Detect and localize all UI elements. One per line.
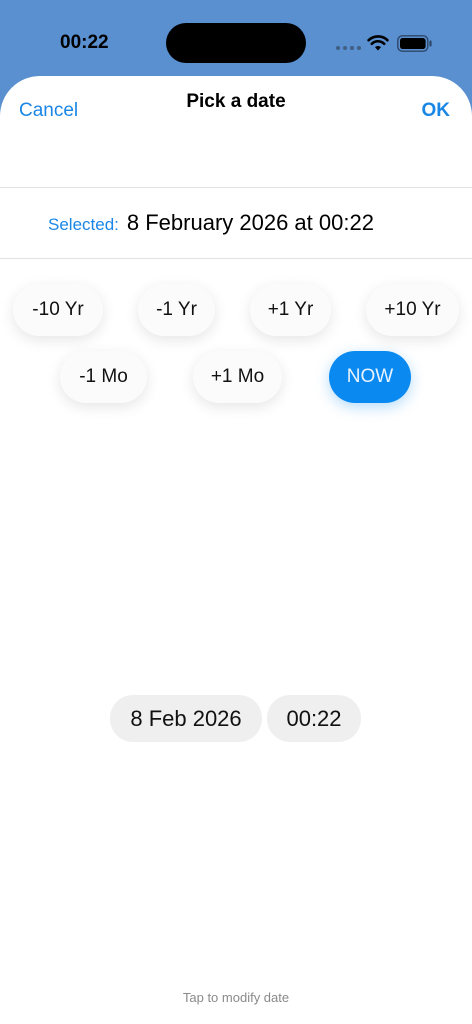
wifi-icon (367, 35, 389, 51)
divider (0, 187, 472, 188)
status-time: 00:22 (60, 32, 109, 53)
time-picker-button[interactable]: 00:22 (267, 695, 361, 742)
plus-10-years-button[interactable]: +10 Yr (366, 284, 459, 336)
minus-10-years-button[interactable]: -10 Yr (13, 284, 103, 336)
selected-label: Selected: (48, 215, 119, 234)
cellular-signal-icon (336, 46, 361, 50)
plus-1-month-button[interactable]: +1 Mo (193, 351, 282, 403)
selected-date-row: Selected: 8 February 2026 at 00:22 (48, 210, 374, 236)
selected-date-value: 8 February 2026 at 00:22 (126, 210, 374, 235)
dynamic-island (166, 23, 306, 63)
date-picker-button[interactable]: 8 Feb 2026 (110, 695, 262, 742)
sheet-title: Pick a date (186, 91, 286, 112)
now-button[interactable]: NOW (329, 351, 411, 403)
hint-text: Tap to modify date (182, 990, 290, 1005)
minus-1-year-button[interactable]: -1 Yr (138, 284, 215, 336)
divider (0, 258, 472, 259)
ok-button[interactable]: OK (422, 100, 451, 122)
minus-1-month-button[interactable]: -1 Mo (60, 351, 147, 403)
battery-icon (397, 35, 432, 52)
status-bar: 00:22 (0, 0, 472, 80)
plus-1-year-button[interactable]: +1 Yr (250, 284, 331, 336)
